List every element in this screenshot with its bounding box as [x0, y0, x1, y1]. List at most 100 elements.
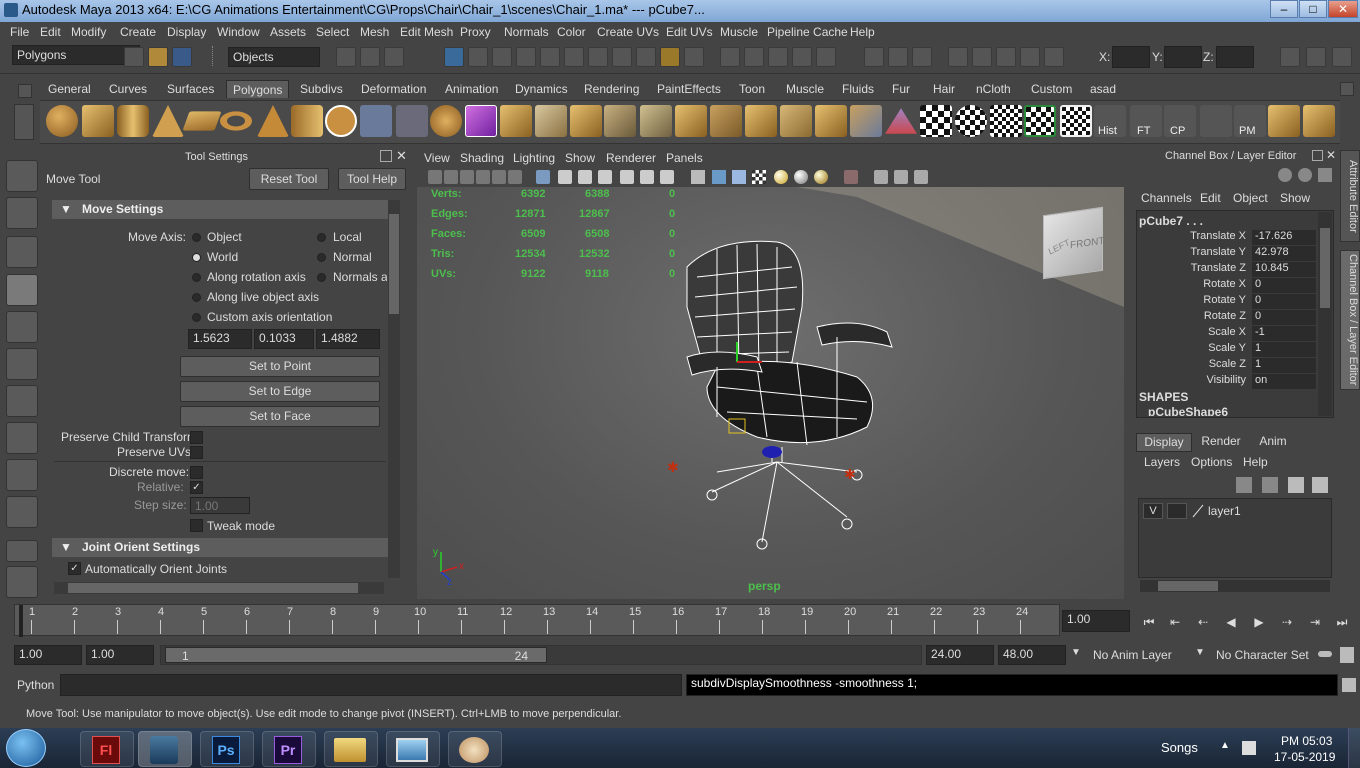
taskbar-flash[interactable]: Fl	[80, 731, 134, 767]
shelf-tab-asad[interactable]: asad	[1084, 80, 1122, 98]
chevron-down-icon[interactable]: ▼	[1195, 647, 1205, 658]
range-slider-track[interactable]: 1 24	[160, 645, 922, 665]
layer-menu-layers[interactable]: Layers	[1144, 455, 1180, 469]
channel-scale-z[interactable]: Scale Z 1	[1138, 358, 1316, 374]
collapse-icon[interactable]	[780, 105, 812, 137]
boolean-icon[interactable]	[465, 105, 497, 137]
bevel-icon[interactable]	[710, 105, 742, 137]
bridge-icon[interactable]	[535, 105, 567, 137]
custom-axis-y-field[interactable]: 0.1033	[254, 329, 314, 349]
y-field[interactable]	[1164, 46, 1202, 68]
menu-window[interactable]: Window	[217, 25, 260, 39]
menu-modify[interactable]: Modify	[71, 25, 106, 39]
channel-scale-y[interactable]: Scale Y 1	[1138, 342, 1316, 358]
new-layer-from-selection-icon[interactable]	[1236, 477, 1252, 493]
tray-time[interactable]: PM 05:03	[1281, 734, 1332, 748]
cb-object-name[interactable]: pCube7 . . .	[1139, 214, 1203, 228]
isolate-select-icon[interactable]	[844, 170, 858, 184]
cb-vscroll-thumb[interactable]	[1320, 228, 1330, 308]
cb-close-icon[interactable]: ✕	[1326, 148, 1336, 162]
shelf-menu-icon[interactable]	[18, 84, 32, 98]
menu-pipeline-cache[interactable]: Pipeline Cache	[767, 25, 848, 39]
time-slider-track[interactable]	[14, 604, 1060, 637]
gate-mask-icon[interactable]	[598, 170, 612, 184]
step-back-key-icon[interactable]: ⇠	[1194, 613, 1212, 631]
z-field[interactable]	[1216, 46, 1254, 68]
menu-normals[interactable]: Normals	[504, 25, 549, 39]
taskbar-maya[interactable]	[138, 731, 192, 767]
shadows-icon[interactable]	[814, 170, 828, 184]
channel-scale-x[interactable]: Scale X -1	[1138, 326, 1316, 342]
relative-checkbox[interactable]: ✓	[190, 481, 203, 494]
menu-set-dropdown[interactable]: Polygons ▾	[12, 45, 140, 65]
uv-cylinder-map-icon[interactable]	[990, 105, 1022, 137]
cb-vscrollbar[interactable]	[1318, 212, 1332, 416]
channel-visibility[interactable]: Visibility on	[1138, 374, 1316, 390]
preserve-child-checkbox[interactable]	[190, 431, 203, 444]
maximize-button[interactable]: □	[1299, 0, 1327, 18]
move-tool-icon[interactable]	[6, 274, 38, 306]
tray-date[interactable]: 17-05-2019	[1274, 750, 1335, 764]
auto-orient-checkbox[interactable]: ✓	[68, 562, 81, 575]
vp-menu-show[interactable]: Show	[565, 151, 595, 165]
soft-mod-tool-icon[interactable]	[6, 422, 38, 454]
move-settings-header[interactable]: ▼ Move Settings	[52, 200, 388, 219]
uv-planar-map-icon[interactable]	[1024, 105, 1056, 137]
poly-cube-icon[interactable]	[82, 105, 114, 137]
menu-mesh[interactable]: Mesh	[360, 25, 389, 39]
uv-checker-icon[interactable]	[920, 105, 952, 137]
animation-prefs-icon[interactable]	[1340, 647, 1354, 663]
menu-muscle[interactable]: Muscle	[720, 25, 758, 39]
taskbar-paint[interactable]	[448, 731, 502, 767]
auto-key-icon[interactable]	[1318, 651, 1332, 657]
shelf-tab-fur[interactable]: Fur	[886, 80, 916, 98]
xray-joints-icon[interactable]	[894, 170, 908, 184]
menu-edit-mesh[interactable]: Edit Mesh	[400, 25, 453, 39]
lock-selection-icon[interactable]	[660, 47, 680, 67]
go-to-start-icon[interactable]: ⏮	[1140, 613, 1158, 631]
xray-icon[interactable]	[874, 170, 888, 184]
tool-help-button[interactable]: Tool Help	[338, 168, 406, 190]
close-panel-icon[interactable]: ✕	[396, 148, 407, 164]
safe-title-icon[interactable]	[660, 170, 674, 184]
axis-rotation-radio[interactable]	[192, 273, 201, 282]
poke-icon[interactable]	[850, 105, 882, 137]
cb-both-icon[interactable]	[1318, 168, 1332, 182]
start-time-field[interactable]: 1.00	[14, 645, 82, 665]
layout-icon[interactable]	[1280, 47, 1300, 67]
mask-surfaces-icon[interactable]	[516, 47, 536, 67]
menu-display[interactable]: Display	[167, 25, 206, 39]
taskbar-file-explorer[interactable]	[324, 731, 378, 767]
cb-shape-name[interactable]: pCubeShape6	[1148, 405, 1228, 416]
channel-translate-x[interactable]: Translate X -17.626	[1138, 230, 1316, 246]
cb-layer-icon[interactable]	[1298, 168, 1312, 182]
menu-select[interactable]: Select	[316, 25, 349, 39]
select-component-icon[interactable]	[384, 47, 404, 67]
insert-edge-loop-icon[interactable]	[640, 105, 672, 137]
axis-custom-radio[interactable]	[192, 313, 201, 322]
taskbar-photoshop[interactable]: Ps	[200, 731, 254, 767]
minimize-button[interactable]: –	[1270, 0, 1298, 18]
render-icon[interactable]	[972, 47, 992, 67]
shelf-tab-painteffects[interactable]: PaintEffects	[651, 80, 727, 98]
axis-object-radio[interactable]	[192, 233, 201, 242]
shelf-tab-custom[interactable]: Custom	[1025, 80, 1078, 98]
vp-menu-lighting[interactable]: Lighting	[513, 151, 555, 165]
select-object-icon[interactable]	[360, 47, 380, 67]
current-time-indicator[interactable]	[19, 605, 23, 637]
pick-mask-icon[interactable]	[444, 47, 464, 67]
shelf-tab-animation[interactable]: Animation	[439, 80, 504, 98]
taskbar-screen-capture[interactable]	[386, 731, 440, 767]
shelf-tab-muscle[interactable]: Muscle	[780, 80, 830, 98]
film-gate-icon[interactable]	[558, 170, 572, 184]
layer-name[interactable]: layer1	[1208, 504, 1241, 518]
select-hierarchy-icon[interactable]	[336, 47, 356, 67]
layer-menu-help[interactable]: Help	[1243, 455, 1268, 469]
append-polygon-icon[interactable]	[570, 105, 602, 137]
menu-file[interactable]: File	[10, 25, 29, 39]
view-cube[interactable]: FRONT LEFT	[1043, 206, 1104, 280]
scale-tool-icon[interactable]	[6, 348, 38, 380]
make-live-icon[interactable]	[816, 47, 836, 67]
layer-hscroll-thumb[interactable]	[1158, 581, 1218, 591]
cb-menu-show[interactable]: Show	[1280, 191, 1310, 205]
